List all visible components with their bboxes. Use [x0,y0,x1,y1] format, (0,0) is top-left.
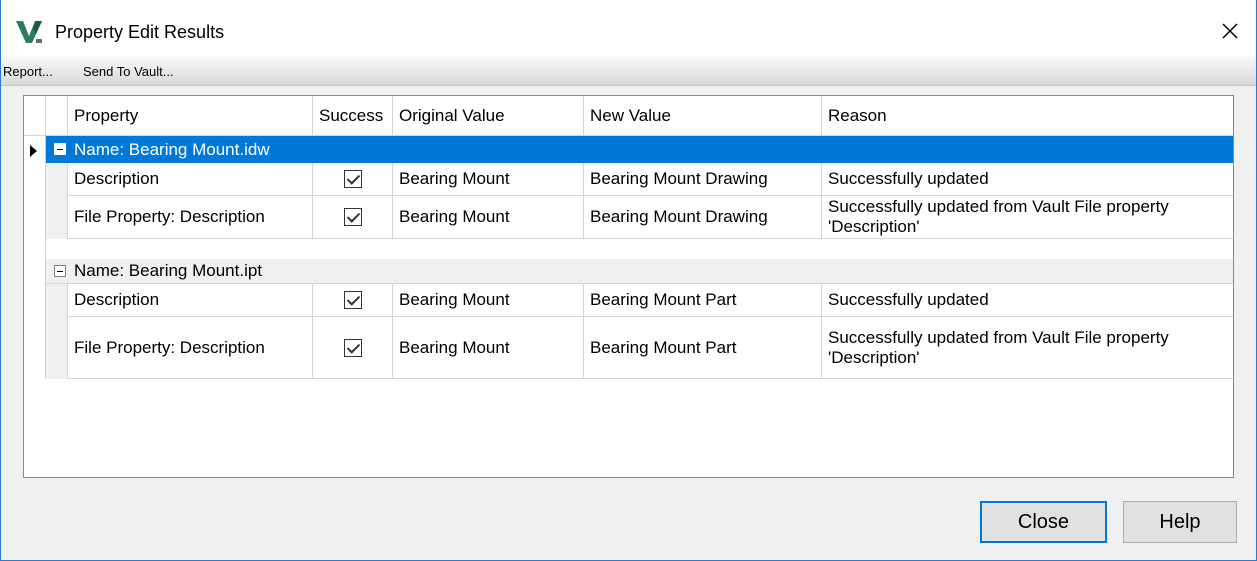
cell-new-value: Bearing Mount Part [584,317,822,379]
success-checkbox[interactable] [343,208,362,226]
window-title: Property Edit Results [55,22,225,42]
table-row[interactable]: File Property: Description Bearing Mount… [24,317,1233,379]
cell-property: Description [68,163,313,196]
success-checkbox[interactable] [343,338,362,357]
current-row-pointer-icon [30,145,37,157]
close-button[interactable]: Close [980,501,1107,543]
table-row[interactable]: File Property: Description Bearing Mount… [24,196,1233,239]
menu-report[interactable]: Report... [3,64,53,79]
close-icon[interactable] [1216,17,1244,45]
success-checkbox[interactable] [343,170,362,188]
group-label: Name: Bearing Mount.ipt [74,261,263,280]
column-header-original-value[interactable]: Original Value [393,96,584,136]
cell-new-value: Bearing Mount Drawing [584,163,822,196]
table-row[interactable]: Description Bearing Mount Bearing Mount … [24,163,1233,196]
column-header-success[interactable]: Success [313,96,393,136]
cell-original-value: Bearing Mount [393,284,584,317]
corner-cell [24,96,46,136]
cell-property: File Property: Description [68,196,313,239]
menu-send-to-vault[interactable]: Send To Vault... [83,64,174,79]
column-header-new-value[interactable]: New Value [584,96,822,136]
cell-original-value: Bearing Mount [393,317,584,379]
cell-original-value: Bearing Mount [393,196,584,239]
cell-success [313,284,393,317]
help-button[interactable]: Help [1123,501,1237,543]
group-row[interactable]: Name: Bearing Mount.ipt [46,259,1233,284]
cell-reason: Successfully updated from Vault File pro… [822,317,1233,379]
results-grid[interactable]: Property Success Original Value New Valu… [23,95,1234,478]
cell-reason: Successfully updated [822,163,1233,196]
cell-original-value: Bearing Mount [393,163,584,196]
group-row[interactable]: Name: Bearing Mount.idw [46,136,1233,163]
cell-property: Description [68,284,313,317]
column-header-property[interactable]: Property [68,96,313,136]
cell-new-value: Bearing Mount Part [584,284,822,317]
cell-success [313,163,393,196]
cell-property: File Property: Description [68,317,313,379]
cell-reason: Successfully updated [822,284,1233,317]
cell-reason: Successfully updated from Vault File pro… [822,196,1233,239]
cell-new-value: Bearing Mount Drawing [584,196,822,239]
property-edit-results-dialog: Property Edit Results Report... Send To … [0,0,1257,561]
menu-bar: Report... Send To Vault... [1,56,1256,86]
title-bar: Property Edit Results [1,0,1256,56]
cell-success [313,196,393,239]
group-label: Name: Bearing Mount.idw [74,139,270,159]
indent-header-cell [46,96,68,136]
vault-logo-icon [16,21,42,43]
cell-success [313,317,393,379]
column-header-reason[interactable]: Reason [822,96,1233,136]
column-header-row: Property Success Original Value New Valu… [24,96,1233,136]
table-row[interactable]: Description Bearing Mount Bearing Mount … [24,284,1233,317]
success-checkbox[interactable] [343,291,362,309]
